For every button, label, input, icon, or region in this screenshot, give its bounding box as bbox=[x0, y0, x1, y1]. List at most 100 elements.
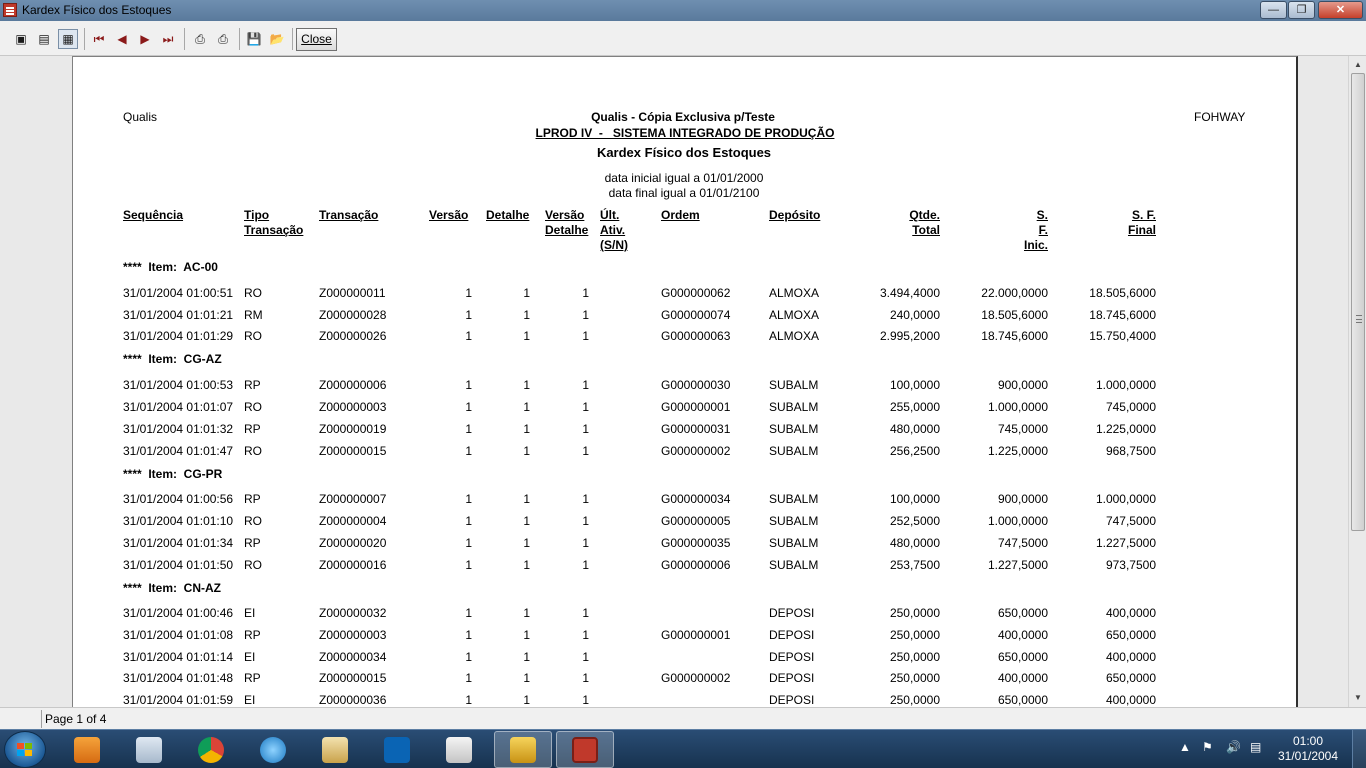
cell-versao-detalhe: 1 bbox=[582, 378, 589, 392]
printer-setup-icon[interactable]: ⎙ bbox=[190, 29, 210, 49]
cell-sf-final: 15.750,4000 bbox=[1089, 329, 1156, 343]
scroll-up-icon[interactable]: ▲ bbox=[1352, 59, 1364, 71]
page-indicator: Page 1 of 4 bbox=[41, 710, 361, 728]
column-header-deposito: Depósito bbox=[769, 208, 821, 222]
cell-transacao: Z000000019 bbox=[319, 422, 387, 436]
cell-sequencia: 31/01/2004 01:01:08 bbox=[123, 628, 234, 642]
chrome-icon[interactable] bbox=[182, 731, 240, 768]
cell-sf-final: 400,0000 bbox=[1105, 693, 1156, 707]
cell-qtde-total: 100,0000 bbox=[889, 492, 940, 506]
open-folder-icon[interactable]: 📂 bbox=[267, 29, 287, 49]
table-row: 31/01/2004 01:01:34 RP Z000000020 1 1 1 G00000… bbox=[0, 536, 1366, 554]
cell-detalhe: 1 bbox=[523, 514, 530, 528]
cell-sf-inic: 747,5000 bbox=[997, 536, 1048, 550]
cell-sequencia: 31/01/2004 01:01:50 bbox=[123, 558, 234, 572]
cell-deposito: DEPOSI bbox=[769, 628, 815, 642]
cell-detalhe: 1 bbox=[523, 558, 530, 572]
zoom-100-icon[interactable]: ▦ bbox=[58, 29, 78, 49]
cell-transacao: Z000000006 bbox=[319, 378, 387, 392]
cell-transacao: Z000000016 bbox=[319, 558, 387, 572]
show-desktop-button[interactable] bbox=[1352, 730, 1366, 768]
cell-tipo: RO bbox=[244, 286, 262, 300]
mail-icon[interactable] bbox=[306, 731, 364, 768]
clock-date: 31/01/2004 bbox=[1277, 749, 1339, 763]
maximize-button[interactable]: ❐ bbox=[1288, 1, 1315, 19]
next-page-icon[interactable]: ▶ bbox=[135, 29, 155, 49]
cell-versao: 1 bbox=[465, 492, 472, 506]
network-icon[interactable]: ▤ bbox=[1250, 740, 1261, 754]
last-page-icon[interactable]: ⏭ bbox=[158, 29, 178, 49]
cell-deposito: ALMOXA bbox=[769, 286, 820, 300]
cell-transacao: Z000000015 bbox=[319, 444, 387, 458]
cell-qtde-total: 255,0000 bbox=[889, 400, 940, 414]
cell-versao-detalhe: 1 bbox=[582, 286, 589, 300]
group-header: **** Item: AC-00 bbox=[123, 260, 218, 274]
app-7-icon[interactable] bbox=[494, 731, 552, 768]
column-header-tipo-transacao: Tipo Transação bbox=[244, 208, 304, 237]
cell-tipo: RP bbox=[244, 378, 261, 392]
cell-detalhe: 1 bbox=[523, 492, 530, 506]
cell-versao: 1 bbox=[465, 650, 472, 664]
internet-explorer-icon[interactable] bbox=[244, 731, 302, 768]
cell-ordem: G000000002 bbox=[661, 671, 731, 685]
previous-page-icon[interactable]: ◀ bbox=[112, 29, 132, 49]
cell-sf-inic: 1.000,0000 bbox=[987, 514, 1048, 528]
table-row: 31/01/2004 01:01:08 RP Z000000003 1 1 1 G00000… bbox=[0, 628, 1366, 646]
cell-tipo: EI bbox=[244, 650, 256, 664]
cell-versao-detalhe: 1 bbox=[582, 606, 589, 620]
cell-ordem: G000000001 bbox=[661, 400, 731, 414]
kardex-app-icon[interactable] bbox=[556, 731, 614, 768]
cell-deposito: SUBALM bbox=[769, 492, 819, 506]
cell-versao-detalhe: 1 bbox=[582, 444, 589, 458]
action-center-icon[interactable]: ⚑ bbox=[1202, 740, 1213, 754]
minimize-button[interactable]: — bbox=[1260, 1, 1287, 19]
cell-deposito: SUBALM bbox=[769, 400, 819, 414]
snipping-tool-icon[interactable] bbox=[430, 731, 488, 768]
cell-detalhe: 1 bbox=[523, 671, 530, 685]
cell-sf-final: 400,0000 bbox=[1105, 650, 1156, 664]
windows-media-player-icon[interactable] bbox=[58, 731, 116, 768]
cell-ordem: G000000062 bbox=[661, 286, 731, 300]
print-icon[interactable]: ⎙ bbox=[213, 29, 233, 49]
close-button[interactable]: Close bbox=[296, 28, 337, 51]
cell-ordem: G000000074 bbox=[661, 308, 731, 322]
cell-transacao: Z000000028 bbox=[319, 308, 387, 322]
cell-transacao: Z000000003 bbox=[319, 628, 387, 642]
cell-sequencia: 31/01/2004 01:00:56 bbox=[123, 492, 234, 506]
report-right-header: FOHWAY bbox=[1194, 110, 1246, 124]
cell-sequencia: 31/01/2004 01:01:21 bbox=[123, 308, 234, 322]
system-clock[interactable]: 01:00 31/01/2004 bbox=[1268, 734, 1348, 764]
cell-qtde-total: 256,2500 bbox=[889, 444, 940, 458]
windows-flag-icon bbox=[17, 743, 33, 757]
cell-ordem: G000000006 bbox=[661, 558, 731, 572]
table-row: 31/01/2004 01:01:14 EI Z000000034 1 1 1 DEPOSI… bbox=[0, 650, 1366, 668]
page-width-icon[interactable]: ▤ bbox=[34, 29, 54, 49]
cell-transacao: Z000000004 bbox=[319, 514, 387, 528]
cell-sequencia: 31/01/2004 01:01:34 bbox=[123, 536, 234, 550]
one-page-icon[interactable]: ▣ bbox=[11, 29, 31, 49]
calculator-icon[interactable] bbox=[120, 731, 178, 768]
cell-versao: 1 bbox=[465, 329, 472, 343]
cell-tipo: RO bbox=[244, 400, 262, 414]
first-page-icon[interactable]: ⏮ bbox=[89, 29, 109, 49]
cell-versao-detalhe: 1 bbox=[582, 400, 589, 414]
cell-versao-detalhe: 1 bbox=[582, 650, 589, 664]
cell-tipo: EI bbox=[244, 693, 256, 707]
cell-sf-inic: 1.227,5000 bbox=[987, 558, 1048, 572]
show-hidden-icons-icon[interactable]: ▲ bbox=[1179, 740, 1191, 754]
cell-detalhe: 1 bbox=[523, 536, 530, 550]
start-button[interactable] bbox=[4, 731, 46, 768]
toolbar-separator bbox=[292, 28, 293, 50]
cell-deposito: SUBALM bbox=[769, 514, 819, 528]
cell-sequencia: 31/01/2004 01:00:51 bbox=[123, 286, 234, 300]
cell-ordem: G000000034 bbox=[661, 492, 731, 506]
cell-deposito: SUBALM bbox=[769, 422, 819, 436]
column-header-ordem: Ordem bbox=[661, 208, 700, 222]
cell-versao: 1 bbox=[465, 444, 472, 458]
cell-sf-inic: 18.505,6000 bbox=[981, 308, 1048, 322]
volume-icon[interactable]: 🔊 bbox=[1226, 740, 1241, 754]
cell-ordem: G000000030 bbox=[661, 378, 731, 392]
close-window-button[interactable]: ✕ bbox=[1318, 1, 1363, 19]
outlook-icon[interactable] bbox=[368, 731, 426, 768]
save-icon[interactable]: 💾 bbox=[244, 29, 264, 49]
